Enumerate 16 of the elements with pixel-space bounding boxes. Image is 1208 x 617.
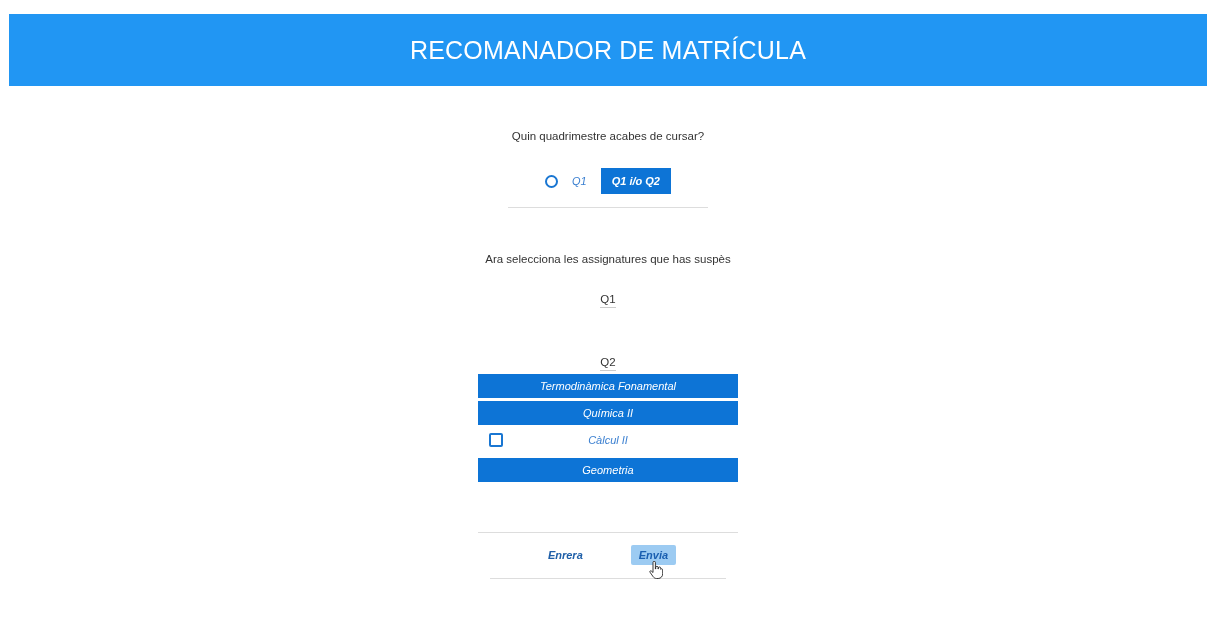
semester-heading: Q1 <box>600 293 616 308</box>
nav-button[interactable]: Enrera <box>539 545 591 565</box>
semester-option[interactable]: Q1 i/o Q2 <box>600 168 671 194</box>
question-text: Quin quadrimestre acabes de cursar? <box>511 130 705 142</box>
option-label[interactable]: Q1 <box>572 175 587 187</box>
nav-button[interactable]: Envia <box>630 545 677 565</box>
subject-label[interactable]: Càlcul II <box>478 434 738 446</box>
semester-heading: Q2 <box>600 356 616 371</box>
subject-option[interactable]: Química II <box>478 401 738 425</box>
pointer-cursor-icon <box>648 561 663 579</box>
subject-option[interactable]: Termodinàmica Fonamental <box>478 374 738 398</box>
app-title: RECOMANADOR DE MATRÍCULA <box>409 35 806 65</box>
subject-option[interactable]: Geometria <box>478 458 738 482</box>
instruction-text: Ara selecciona les assignatures que has suspès <box>485 253 731 265</box>
radio-button[interactable] <box>545 174 558 188</box>
checkbox[interactable] <box>489 433 503 447</box>
